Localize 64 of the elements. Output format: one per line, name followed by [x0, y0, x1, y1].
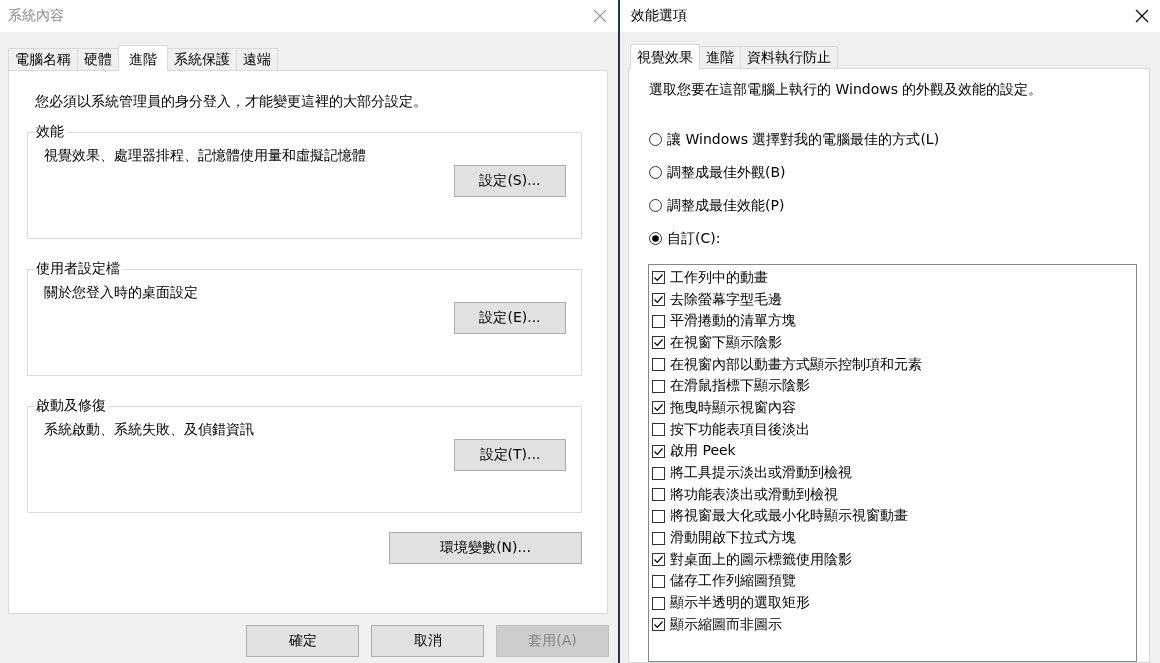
- checkbox-option[interactable]: 將工具提示淡出或滑動到檢視: [652, 462, 852, 484]
- checkbox[interactable]: [652, 358, 665, 372]
- checkbox-option[interactable]: 將功能表淡出或滑動到檢視: [652, 483, 838, 506]
- checkbox[interactable]: [652, 336, 665, 350]
- checkbox-option[interactable]: 在視窗內部以動畫方式顯示控制項和元素: [652, 353, 922, 376]
- description-text: 選取您要在這部電腦上執行的 Windows 的外觀及效能的設定。: [649, 81, 1044, 99]
- checkbox-option[interactable]: 在視窗下顯示陰影: [652, 332, 782, 354]
- group-description: 系統啟動、系統失敗、及偵錯資訊: [44, 421, 255, 439]
- tab[interactable]: 遠端: [236, 48, 278, 70]
- close-icon[interactable]: [1135, 9, 1149, 23]
- checkbox[interactable]: [652, 574, 665, 588]
- checkbox[interactable]: [652, 466, 665, 480]
- checkbox-option[interactable]: 對桌面上的圖示標籤使用陰影: [652, 548, 852, 571]
- checkbox[interactable]: [652, 509, 665, 523]
- settings-button[interactable]: 設定(T)...: [454, 439, 566, 471]
- checkbox-option[interactable]: 顯示縮圖而非圖示: [652, 614, 782, 636]
- checkbox-option[interactable]: 工作列中的動畫: [652, 267, 768, 289]
- checkbox[interactable]: [652, 531, 665, 545]
- checkbox-option[interactable]: 拖曳時顯示視窗內容: [652, 397, 796, 419]
- checkbox-option[interactable]: 儲存工作列縮圖預覽: [652, 570, 796, 593]
- checkbox-option[interactable]: 啟用 Peek: [652, 440, 736, 463]
- radio-button[interactable]: [649, 166, 662, 179]
- checkbox[interactable]: [652, 379, 665, 393]
- group-title: 使用者設定檔: [35, 260, 121, 278]
- notice-text: 您必須以系統管理員的身分登入，才能變更這裡的大部分設定。: [34, 93, 428, 111]
- checkbox-option[interactable]: 平滑捲動的清單方塊: [652, 310, 796, 333]
- radio-button[interactable]: [649, 232, 662, 245]
- dialog-button[interactable]: 取消: [371, 625, 484, 657]
- checkbox-option[interactable]: 在滑鼠指標下顯示陰影: [652, 375, 810, 398]
- radio-option[interactable]: 調整成最佳效能(P): [649, 189, 785, 222]
- group-title: 啟動及修復: [35, 397, 107, 415]
- checkbox[interactable]: [652, 553, 665, 567]
- window-title: 效能選項: [631, 7, 687, 25]
- checkbox-option[interactable]: 顯示半透明的選取矩形: [652, 592, 810, 614]
- radio-button[interactable]: [649, 133, 662, 146]
- checkbox[interactable]: [652, 488, 665, 502]
- checkbox[interactable]: [652, 618, 665, 632]
- group-title: 效能: [35, 123, 65, 141]
- environment-variables-button[interactable]: 環境變數(N)...: [389, 532, 582, 564]
- checkbox[interactable]: [652, 596, 665, 610]
- settings-button[interactable]: 設定(E)...: [454, 302, 566, 334]
- group-description: 視覺效果、處理器排程、記憶體使用量和虛擬記憶體: [44, 147, 367, 165]
- checkbox-option[interactable]: 滑動開啟下拉式方塊: [652, 527, 796, 549]
- settings-button[interactable]: 設定(S)...: [454, 165, 566, 197]
- checkbox[interactable]: [652, 444, 665, 458]
- tab[interactable]: 資料執行防止: [740, 46, 838, 68]
- tab[interactable]: 視覺效果: [630, 44, 700, 69]
- radio-button[interactable]: [649, 199, 662, 212]
- radio-option[interactable]: 調整成最佳外觀(B): [649, 156, 786, 189]
- checkbox[interactable]: [652, 293, 665, 307]
- checkbox[interactable]: [652, 401, 665, 415]
- checkbox-option[interactable]: 按下功能表項目後淡出: [652, 418, 810, 441]
- tab[interactable]: 進階: [118, 45, 168, 71]
- radio-option[interactable]: 自訂(C):: [649, 222, 721, 255]
- radio-option[interactable]: 讓 Windows 選擇對我的電腦最佳的方式(L): [649, 123, 940, 156]
- window-title: 系統內容: [8, 7, 64, 25]
- dialog-button[interactable]: 確定: [246, 625, 359, 657]
- checkbox-option[interactable]: 去除螢幕字型毛邊: [652, 288, 782, 311]
- checkbox[interactable]: [652, 423, 665, 437]
- checkbox[interactable]: [652, 271, 665, 285]
- group-description: 關於您登入時的桌面設定: [44, 284, 199, 302]
- checkbox[interactable]: [652, 314, 665, 328]
- tab[interactable]: 電腦名稱: [8, 48, 78, 70]
- checkbox-option[interactable]: 將視窗最大化或最小化時顯示視窗動畫: [652, 505, 908, 528]
